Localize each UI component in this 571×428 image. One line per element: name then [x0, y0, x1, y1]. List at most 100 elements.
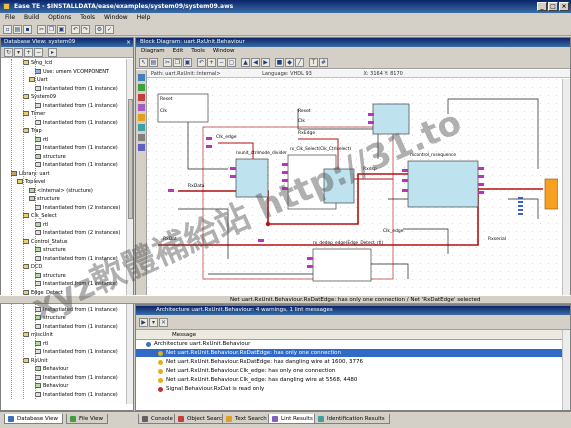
tree-item[interactable]: Instantiated from (1 instance): [35, 391, 118, 399]
zoom-fit-icon[interactable]: ▢: [227, 58, 236, 67]
label-tool-icon[interactable]: [138, 124, 145, 131]
text-icon[interactable]: T: [309, 58, 318, 67]
lint-clear-icon[interactable]: ×: [159, 318, 168, 327]
tree-item[interactable]: rtl: [35, 221, 48, 229]
block-rxsequence[interactable]: [372, 103, 410, 135]
menu-help[interactable]: Help: [137, 13, 151, 23]
tree-item[interactable]: Library: uart: [11, 170, 50, 178]
block-tool-icon[interactable]: [138, 84, 145, 91]
cut-icon[interactable]: ✂: [163, 58, 172, 67]
block-edge-detect[interactable]: [312, 248, 372, 282]
zoom-in-icon[interactable]: +: [207, 58, 216, 67]
collapse-icon[interactable]: −: [34, 48, 43, 57]
build-icon[interactable]: ⚙: [95, 25, 104, 34]
copy-icon[interactable]: ❐: [47, 25, 56, 34]
tree-item[interactable]: Trap: [23, 127, 42, 135]
message-row[interactable]: Architecture uart.RxUnit.Behaviour: [136, 340, 570, 348]
lint-run-icon[interactable]: ▶: [139, 318, 148, 327]
tree-item[interactable]: Uart: [29, 76, 48, 84]
menu-diagram[interactable]: Diagram: [141, 47, 165, 56]
lint-scrollbar[interactable]: [562, 330, 570, 410]
tab-identification-results[interactable]: Identification Results: [314, 414, 390, 424]
port-tool-icon[interactable]: [138, 104, 145, 111]
menu-window[interactable]: Window: [104, 13, 128, 23]
bus-tool-icon[interactable]: [138, 114, 145, 121]
menu-options[interactable]: Options: [48, 13, 71, 23]
tree-item[interactable]: rtl: [35, 340, 48, 348]
tree-item[interactable]: rtl: [35, 136, 48, 144]
tree-item[interactable]: DCD: [23, 263, 42, 271]
tree-item[interactable]: structure: [35, 153, 66, 161]
tree-item[interactable]: Instantiated from (2 instances): [35, 229, 120, 237]
undo-icon[interactable]: ↶: [197, 58, 206, 67]
block-ctrlmode-divider[interactable]: [235, 158, 269, 198]
maximize-button[interactable]: □: [548, 2, 558, 11]
menu-tools[interactable]: Tools: [80, 13, 95, 23]
tree-item[interactable]: Instantiated from (1 instance): [35, 348, 118, 356]
tab-database-view[interactable]: Database View: [4, 414, 64, 424]
tree-item[interactable]: structure: [29, 195, 60, 203]
message-row[interactable]: Net uart.RxUnit.Behaviour.Clk_edge: has …: [136, 376, 570, 384]
tree-item[interactable]: Instantiated from (1 instance): [35, 323, 118, 331]
tree-item[interactable]: structure: [35, 246, 66, 254]
filter-icon[interactable]: ▾: [14, 48, 23, 57]
save-icon[interactable]: ▪: [23, 25, 32, 34]
text-tool-icon[interactable]: [138, 134, 145, 141]
copy-icon[interactable]: ❐: [173, 58, 182, 67]
tree-item[interactable]: Behaviour: [35, 382, 68, 390]
menu-diagram-tools[interactable]: Tools: [191, 47, 205, 56]
tree-item[interactable]: <Internal> (structure): [29, 187, 93, 195]
expand-icon[interactable]: +: [24, 48, 33, 57]
tree-item[interactable]: Instantiated from (1 instance): [35, 102, 118, 110]
tree-item[interactable]: Behaviour: [35, 365, 68, 373]
up-icon[interactable]: ▲: [241, 58, 250, 67]
add-block-icon[interactable]: ■: [275, 58, 284, 67]
redo-icon[interactable]: ↷: [81, 25, 90, 34]
cut-icon[interactable]: ✂: [37, 25, 46, 34]
tab-console[interactable]: Console: [138, 414, 178, 424]
paste-icon[interactable]: ▣: [183, 58, 192, 67]
wire-tool-icon[interactable]: [138, 94, 145, 101]
message-column[interactable]: Message: [172, 330, 196, 340]
tree-item[interactable]: Instantiated from (1 instance): [35, 374, 118, 382]
tree-item[interactable]: Instantiated from (1 instance): [35, 119, 118, 127]
tree-item[interactable]: Control_Status: [23, 238, 68, 246]
diagram-canvas[interactable]: Reset Clk Clk_edge RxEdge rxunit_ctrlmod…: [148, 79, 558, 295]
tree-item[interactable]: structure: [35, 314, 66, 322]
tree-item[interactable]: Use: umem VCOMPONENT: [35, 68, 109, 76]
zoom-out-icon[interactable]: −: [217, 58, 226, 67]
add-wire-icon[interactable]: ╱: [295, 58, 304, 67]
pointer-tool-icon[interactable]: [138, 74, 145, 81]
grid-icon[interactable]: #: [319, 58, 328, 67]
new-icon[interactable]: ▫: [3, 25, 12, 34]
add-icon[interactable]: ▸: [48, 48, 57, 57]
print-icon[interactable]: ▤: [149, 58, 158, 67]
process-tool-icon[interactable]: [138, 144, 145, 151]
forward-icon[interactable]: ▶: [261, 58, 270, 67]
lint-filter-icon[interactable]: ▾: [149, 318, 158, 327]
add-port-icon[interactable]: ◆: [285, 58, 294, 67]
tree-item[interactable]: miscUnit: [23, 331, 53, 339]
menu-edit[interactable]: Edit: [173, 47, 184, 56]
tree-item[interactable]: structure: [35, 272, 66, 280]
tree-item[interactable]: Instantiated from (1 instance): [35, 280, 118, 288]
tree-item[interactable]: Instantiated from (1 instance): [35, 85, 118, 93]
menu-build[interactable]: Build: [24, 13, 39, 23]
tree-item[interactable]: Instantiated from (1 instance): [35, 255, 118, 263]
menu-file[interactable]: File: [5, 13, 15, 23]
message-row[interactable]: Net uart.RxUnit.Behaviour.Clk_edge: has …: [136, 367, 570, 375]
tree-item[interactable]: Toplevel: [17, 178, 45, 186]
output-port-block[interactable]: [544, 178, 558, 210]
block-rxcontrol[interactable]: [407, 160, 479, 208]
tree-item[interactable]: Instantiated from (2 instances): [35, 204, 120, 212]
tree-item[interactable]: System09: [23, 93, 56, 101]
back-icon[interactable]: ◀: [251, 58, 260, 67]
tree-item[interactable]: Clk_Select: [23, 212, 57, 220]
minimize-button[interactable]: _: [537, 2, 547, 11]
tab-text-search[interactable]: Text Search: [222, 414, 272, 424]
refresh-icon[interactable]: ↻: [4, 48, 13, 57]
tree-item[interactable]: Instantiated from (1 instance): [35, 161, 118, 169]
message-row[interactable]: Net uart.RxUnit.Behaviour.RxDatEdge: has…: [136, 349, 570, 357]
tree-item[interactable]: Instantiated from (1 instance): [35, 306, 118, 314]
paste-icon[interactable]: ▣: [57, 25, 66, 34]
